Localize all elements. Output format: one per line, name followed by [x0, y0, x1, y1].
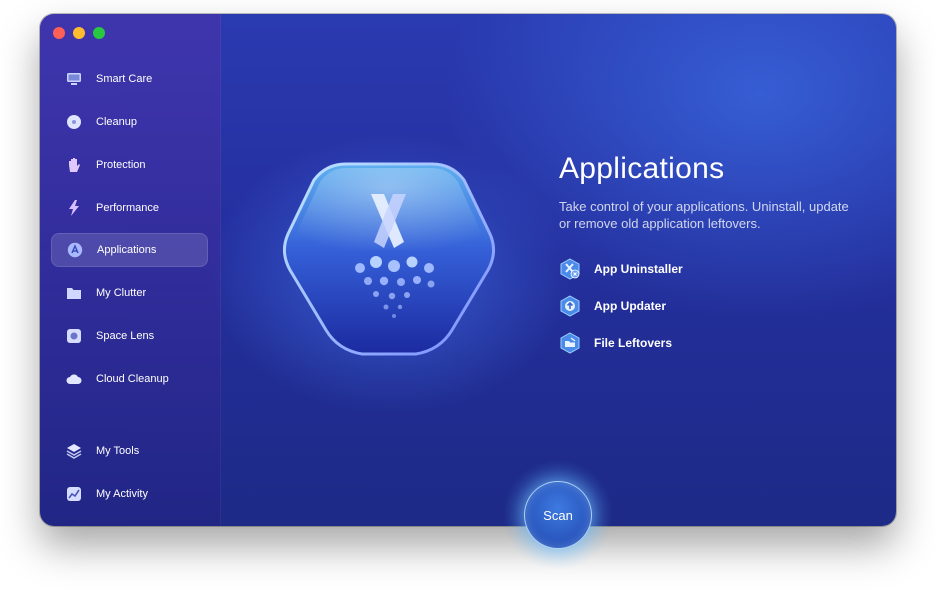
sidebar-item-label: Protection: [96, 159, 146, 171]
sidebar-item-label: My Activity: [96, 488, 148, 500]
layers-icon: [66, 443, 82, 459]
lens-icon: [66, 328, 82, 344]
updater-icon: [559, 295, 581, 317]
activity-chart-icon: [66, 486, 82, 502]
cloud-icon: [66, 371, 82, 387]
sidebar-item-label: Cleanup: [96, 116, 137, 128]
app-store-icon: [67, 242, 83, 258]
feature-label: App Updater: [594, 299, 666, 313]
sidebar-item-space-lens[interactable]: Space Lens: [51, 319, 208, 353]
disk-icon: [66, 114, 82, 130]
sidebar-item-cleanup[interactable]: Cleanup: [51, 105, 208, 139]
leftovers-icon: [559, 332, 581, 354]
sidebar-item-label: Applications: [97, 244, 157, 256]
close-window-button[interactable]: [53, 27, 65, 39]
page-description: Take control of your applications. Unins…: [559, 199, 849, 231]
applications-hero-icon: [276, 154, 502, 364]
sidebar-item-my-tools[interactable]: My Tools: [51, 434, 208, 468]
app-window: Smart Care Cleanup Protection Performanc…: [40, 14, 896, 526]
page-title: Applications: [559, 152, 725, 185]
feature-app-uninstaller[interactable]: App Uninstaller: [559, 258, 859, 280]
sidebar-item-my-clutter[interactable]: My Clutter: [51, 276, 208, 310]
sidebar-item-label: Smart Care: [96, 73, 153, 85]
sidebar: Smart Care Cleanup Protection Performanc…: [40, 14, 221, 526]
sidebar-item-label: My Clutter: [96, 287, 147, 299]
folder-icon: [66, 285, 82, 301]
sidebar-item-performance[interactable]: Performance: [51, 191, 208, 225]
feature-list: App Uninstaller App Updater File Leftove…: [559, 258, 859, 354]
monitor-icon: [66, 71, 82, 87]
feature-app-updater[interactable]: App Updater: [559, 295, 859, 317]
sidebar-item-cloud-cleanup[interactable]: Cloud Cleanup: [51, 362, 208, 396]
sidebar-item-applications[interactable]: Applications: [51, 233, 208, 267]
feature-label: App Uninstaller: [594, 262, 683, 276]
uninstaller-icon: [559, 258, 581, 280]
sidebar-item-my-activity[interactable]: My Activity: [51, 477, 208, 511]
sidebar-item-smart-care[interactable]: Smart Care: [51, 62, 208, 96]
sidebar-item-label: Performance: [96, 202, 159, 214]
feature-file-leftovers[interactable]: File Leftovers: [559, 332, 859, 354]
sidebar-item-protection[interactable]: Protection: [51, 148, 208, 182]
main-content: Applications Take control of your applic…: [559, 152, 859, 369]
feature-label: File Leftovers: [594, 336, 673, 350]
zoom-window-button[interactable]: [93, 27, 105, 39]
hand-icon: [66, 157, 82, 173]
bolt-icon: [66, 200, 82, 216]
sidebar-item-label: Cloud Cleanup: [96, 373, 169, 385]
scan-button[interactable]: Scan: [524, 481, 592, 549]
sidebar-item-label: Space Lens: [96, 330, 155, 342]
window-controls: [53, 27, 105, 39]
sidebar-item-label: My Tools: [96, 445, 140, 457]
minimize-window-button[interactable]: [73, 27, 85, 39]
